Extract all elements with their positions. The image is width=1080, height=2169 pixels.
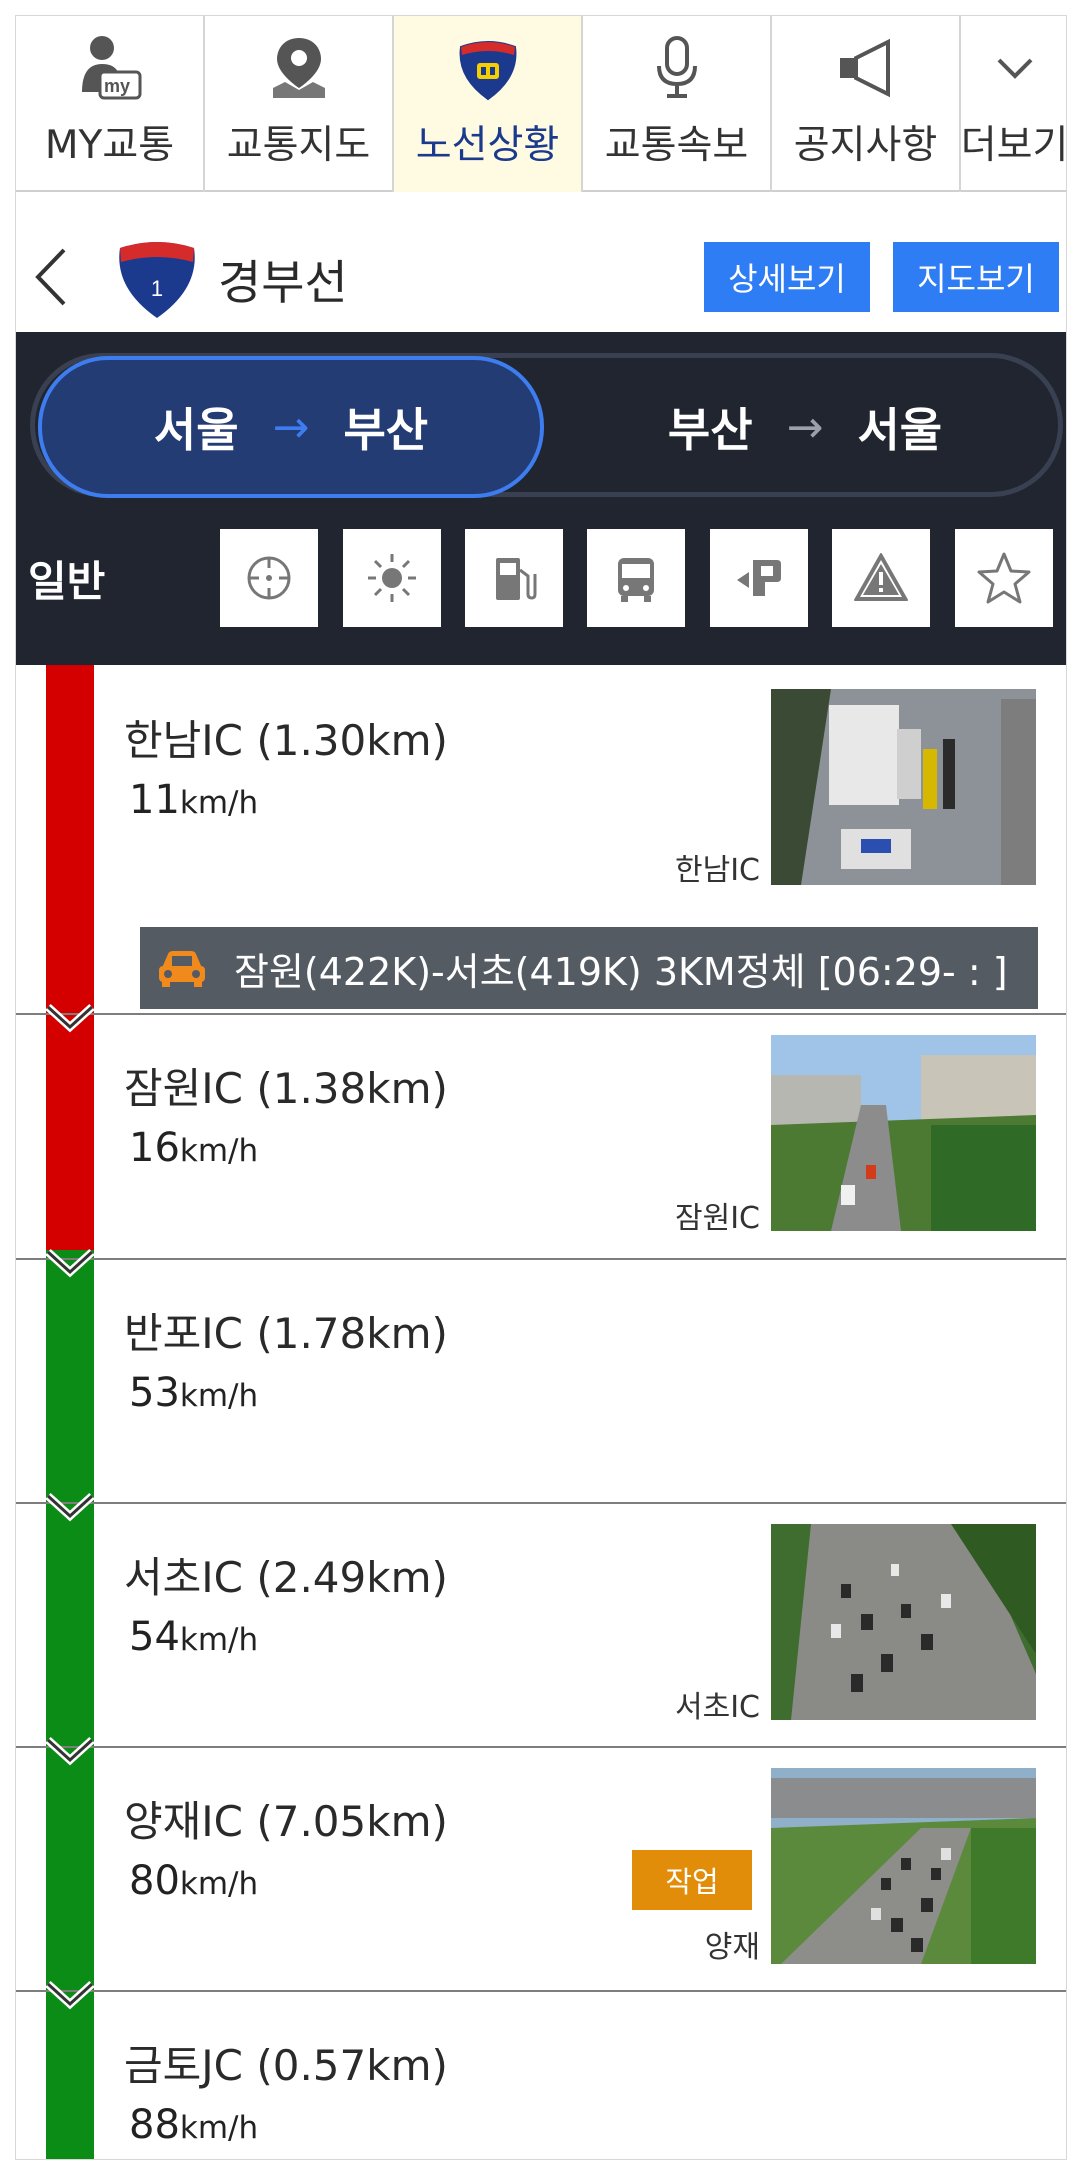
direction-busan-to-seoul[interactable]: 부산 → 서울 — [555, 358, 1055, 496]
speed-unit: km/h — [179, 2110, 259, 2146]
direction-to: 부산 — [343, 403, 429, 457]
filter-warning-button[interactable] — [832, 529, 930, 627]
map-view-button[interactable]: 지도보기 — [893, 242, 1059, 312]
direction-seoul-to-busan[interactable]: 서울 → 부산 — [38, 356, 544, 498]
gas-station-icon — [496, 558, 537, 600]
sun-weather-icon — [368, 554, 416, 602]
map-pin-icon — [259, 28, 339, 108]
filter-cctv-button[interactable] — [220, 529, 318, 627]
nav-notice[interactable]: 공지사항 — [772, 16, 961, 192]
speed-unit: km/h — [179, 785, 259, 821]
route-shield-number: 1 — [151, 276, 163, 301]
nav-label: 더보기 — [960, 123, 1067, 168]
arrow-right-icon: → — [786, 401, 824, 453]
nav-label: 노선상황 — [415, 123, 560, 168]
segment-name: 서초IC (2.49km) — [124, 1553, 448, 1602]
microphone-icon — [637, 28, 717, 108]
nav-my-traffic[interactable]: my MY교통 — [16, 16, 205, 192]
rest-area-parking-icon — [737, 560, 781, 596]
star-favorite-icon — [977, 552, 1031, 604]
my-traffic-person-icon: my — [70, 28, 150, 108]
cctv-thumbnail[interactable] — [771, 1524, 1036, 1720]
segment-row[interactable]: 잠원IC (1.38km) 16km/h 잠원IC — [16, 1015, 1066, 1258]
camera-label: 서초IC — [675, 1690, 760, 1725]
segment-row[interactable]: 양재IC (7.05km) 80km/h 작업 양재 — [16, 1748, 1066, 1990]
speed-value: 53 — [129, 1370, 180, 1416]
direction-to: 서울 — [857, 403, 943, 457]
incident-banner[interactable]: 잠원(422K)-서초(419K) 3KM정체 [06:29- : ] — [140, 927, 1038, 1009]
segment-row[interactable]: 금토JC (0.57km) 88km/h — [16, 1992, 1066, 2159]
camera-label: 한남IC — [675, 853, 760, 888]
filter-rest-area-button[interactable] — [710, 529, 808, 627]
megaphone-icon — [826, 28, 906, 108]
cctv-thumbnail[interactable] — [771, 689, 1036, 885]
bus-icon — [618, 558, 654, 602]
segment-speed: 80km/h — [129, 1858, 258, 1904]
road-segment-list: 한남IC (1.30km) 11km/h 한남IC 잠원(422K)-서초(41… — [16, 665, 1066, 2159]
speed-unit: km/h — [179, 1622, 259, 1658]
nav-traffic-news[interactable]: 교통속보 — [583, 16, 772, 192]
car-accident-icon — [159, 951, 205, 987]
camera-label: 잠원IC — [675, 1201, 760, 1236]
speed-value: 11 — [129, 777, 180, 823]
nav-traffic-map[interactable]: 교통지도 — [205, 16, 394, 192]
back-button[interactable] — [26, 242, 76, 312]
speed-value: 88 — [129, 2102, 180, 2148]
speed-unit: km/h — [179, 1133, 259, 1169]
chevron-down-icon — [975, 28, 1055, 108]
segment-speed: 54km/h — [129, 1614, 258, 1660]
cctv-thumbnail[interactable] — [771, 1035, 1036, 1231]
detail-view-button[interactable]: 상세보기 — [704, 242, 870, 312]
nav-route-status[interactable]: 노선상황 — [394, 16, 583, 192]
route-shield-icon: 1 — [114, 238, 200, 320]
direction-from: 서울 — [153, 403, 239, 457]
top-nav: my MY교통 교통지도 노선상황 교통속보 공지사항 더보기 — [16, 16, 1067, 192]
nav-more[interactable]: 더보기 — [960, 16, 1067, 192]
segment-row[interactable]: 반포IC (1.78km) 53km/h — [16, 1260, 1066, 1502]
segment-speed: 88km/h — [129, 2102, 258, 2148]
svg-text:my: my — [104, 76, 130, 96]
speed-unit: km/h — [179, 1378, 259, 1414]
speed-value: 80 — [129, 1858, 180, 1904]
route-control-panel: 서울 → 부산 부산 → 서울 일반 — [16, 332, 1066, 665]
back-arrow-icon — [35, 248, 66, 306]
filter-gas-station-button[interactable] — [465, 529, 563, 627]
direction-toggle: 서울 → 부산 부산 → 서울 — [30, 353, 1063, 498]
segment-row[interactable]: 서초IC (2.49km) 54km/h 서초IC — [16, 1504, 1066, 1746]
camera-label: 양재 — [704, 1930, 760, 1965]
nav-label: MY교통 — [44, 123, 175, 168]
segment-speed: 53km/h — [129, 1370, 258, 1416]
direction-from: 부산 — [667, 403, 753, 457]
crosshair-target-icon — [247, 556, 291, 600]
arrow-right-icon: → — [272, 401, 310, 453]
segment-speed: 11km/h — [129, 777, 258, 823]
cctv-thumbnail[interactable] — [771, 1768, 1036, 1964]
segment-name: 반포IC (1.78km) — [124, 1309, 448, 1358]
segment-name: 양재IC (7.05km) — [124, 1797, 448, 1846]
nav-label: 공지사항 — [793, 123, 938, 168]
highway-shield-icon — [448, 28, 528, 108]
filter-favorite-button[interactable] — [955, 529, 1053, 627]
nav-label: 교통지도 — [226, 123, 371, 168]
speed-value: 54 — [129, 1614, 180, 1660]
speed-value: 16 — [129, 1125, 180, 1171]
route-header: 1 경부선 상세보기 지도보기 — [16, 194, 1066, 346]
segment-name: 잠원IC (1.38km) — [124, 1064, 448, 1113]
segment-name: 한남IC (1.30km) — [124, 716, 448, 765]
incident-text: 잠원(422K)-서초(419K) 3KM정체 [06:29- : ] — [234, 949, 1008, 994]
filter-weather-button[interactable] — [343, 529, 441, 627]
segment-name: 금토JC (0.57km) — [124, 2041, 448, 2090]
roadwork-badge: 작업 — [632, 1850, 752, 1910]
app-frame: my MY교통 교통지도 노선상황 교통속보 공지사항 더보기 1 경부선 상세… — [15, 15, 1067, 2160]
warning-triangle-icon — [854, 553, 908, 601]
filter-bus-button[interactable] — [587, 529, 685, 627]
nav-label: 교통속보 — [604, 123, 749, 168]
speed-unit: km/h — [179, 1866, 259, 1902]
route-title: 경부선 — [218, 256, 348, 311]
filter-category-label: 일반 — [28, 557, 106, 606]
segment-speed: 16km/h — [129, 1125, 258, 1171]
